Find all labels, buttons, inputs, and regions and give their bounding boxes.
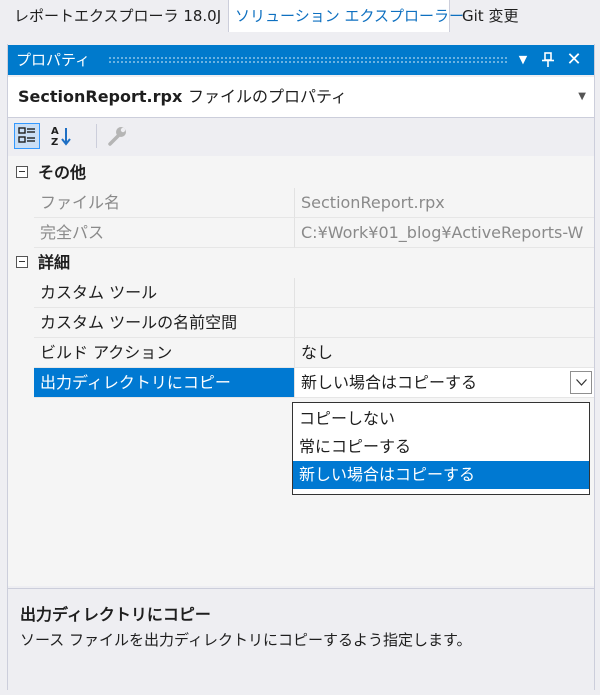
- wrench-icon[interactable]: [104, 123, 130, 149]
- property-row-custom-tool-namespace[interactable]: カスタム ツールの名前空間: [8, 308, 594, 338]
- property-grid: その他 ファイル名 SectionReport.rpx 完全パス C:¥Work…: [8, 156, 594, 586]
- object-selector[interactable]: SectionReport.rpx ファイルのプロパティ ▼: [8, 77, 594, 118]
- properties-toolbar: A Z: [8, 118, 594, 154]
- category-label: その他: [38, 163, 87, 182]
- tab-solution-explorer[interactable]: ソリューション エクスプローラー: [228, 0, 464, 32]
- property-value[interactable]: なし: [294, 338, 594, 368]
- object-name: SectionReport.rpx: [18, 87, 183, 106]
- chevron-down-icon: [576, 379, 587, 386]
- property-row-build-action[interactable]: ビルド アクション なし: [8, 338, 594, 368]
- property-value: C:¥Work¥01_blog¥ActiveReports-W: [294, 218, 594, 248]
- property-value[interactable]: [294, 308, 594, 338]
- property-value-editor[interactable]: 新しい場合はコピーする: [294, 368, 594, 398]
- property-name: 完全パス: [34, 218, 294, 248]
- toolbar-separator: [96, 124, 97, 148]
- option-copy-if-newer[interactable]: 新しい場合はコピーする: [293, 461, 589, 489]
- description-text: ソース ファイルを出力ディレクトリにコピーするよう指定します。: [20, 631, 472, 649]
- window-border-right: [594, 44, 595, 690]
- object-kind: ファイルのプロパティ: [188, 87, 348, 106]
- property-row-custom-tool[interactable]: カスタム ツール: [8, 278, 594, 308]
- tab-git-changes[interactable]: Git 変更: [456, 0, 524, 32]
- property-name: カスタム ツール: [34, 278, 294, 308]
- property-name-selected: 出力ディレクトリにコピー: [34, 368, 294, 398]
- categorized-icon[interactable]: [14, 123, 40, 149]
- dropdown-button[interactable]: [570, 371, 592, 394]
- svg-text:A: A: [51, 126, 59, 137]
- collapse-icon[interactable]: [16, 256, 28, 268]
- property-value[interactable]: [294, 278, 594, 308]
- option-do-not-copy[interactable]: コピーしない: [293, 405, 589, 433]
- tool-window-tabs: レポートエクスプローラ 18.0J ソリューション エクスプローラー Git 変…: [0, 0, 600, 34]
- category-advanced[interactable]: 詳細: [8, 248, 594, 278]
- window-menu-dropdown-icon[interactable]: ▼: [513, 45, 533, 75]
- collapse-icon[interactable]: [16, 166, 28, 178]
- property-name: ビルド アクション: [34, 338, 294, 368]
- svg-text:Z: Z: [51, 137, 58, 148]
- alphabetical-sort-icon[interactable]: A Z: [48, 123, 74, 149]
- chevron-down-icon[interactable]: ▼: [578, 77, 586, 117]
- category-label: 詳細: [38, 253, 71, 272]
- pin-icon[interactable]: [538, 45, 558, 78]
- description-panel: 出力ディレクトリにコピー ソース ファイルを出力ディレクトリにコピーするよう指定…: [8, 588, 594, 689]
- property-row-full-path[interactable]: 完全パス C:¥Work¥01_blog¥ActiveReports-W: [8, 218, 594, 248]
- property-name: カスタム ツールの名前空間: [34, 308, 294, 338]
- property-value: SectionReport.rpx: [294, 188, 594, 218]
- option-copy-always[interactable]: 常にコピーする: [293, 433, 589, 461]
- drag-grip[interactable]: [108, 56, 508, 63]
- properties-title-bar[interactable]: プロパティ ▼ ✕: [8, 45, 594, 75]
- property-row-copy-to-output[interactable]: 出力ディレクトリにコピー 新しい場合はコピーする: [8, 368, 594, 398]
- close-icon[interactable]: ✕: [564, 45, 584, 75]
- category-misc[interactable]: その他: [8, 158, 594, 188]
- tab-report-explorer[interactable]: レポートエクスプローラ 18.0J: [8, 0, 227, 32]
- property-row-file-name[interactable]: ファイル名 SectionReport.rpx: [8, 188, 594, 218]
- window-title: プロパティ: [16, 51, 91, 69]
- copy-option-list[interactable]: コピーしない 常にコピーする 新しい場合はコピーする: [292, 402, 590, 495]
- description-title: 出力ディレクトリにコピー: [20, 605, 211, 624]
- property-name: ファイル名: [34, 188, 294, 218]
